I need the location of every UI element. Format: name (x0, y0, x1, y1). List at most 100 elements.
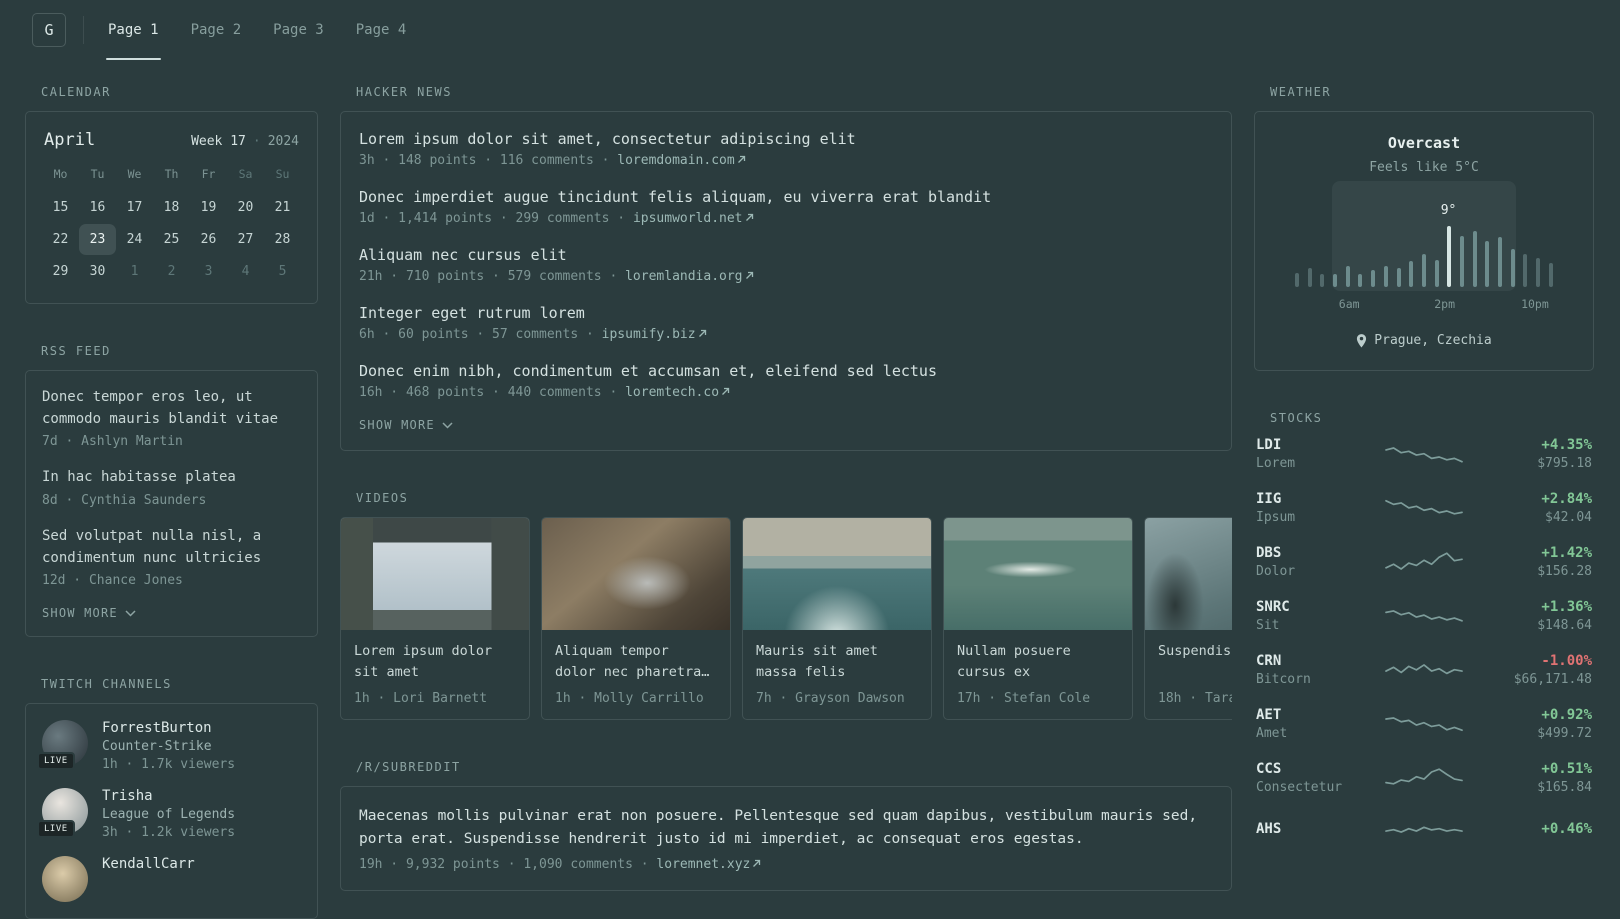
stock-symbol[interactable]: DBS (1256, 545, 1372, 561)
video-thumbnail[interactable] (542, 518, 730, 630)
stock-row[interactable]: LDI Lorem +4.35% $795.18 (1256, 437, 1592, 471)
stock-symbol[interactable]: CRN (1256, 653, 1372, 669)
subreddit-section-title: /R/SUBREDDIT (356, 760, 461, 774)
channel-name[interactable]: ForrestBurton (102, 720, 235, 736)
stock-symbol[interactable]: SNRC (1256, 599, 1372, 615)
calendar-grid: Mo Tu We Th Fr Sa Su 15 16 17 18 19 20 21 22 23 24 25 26 27… (42, 158, 301, 287)
calendar-day-selected: 23 (79, 224, 116, 255)
stock-row[interactable]: CRN Bitcorn -1.00% $66,171.48 (1256, 653, 1592, 687)
right-column: WEATHER Overcast Feels like 5°C 9° 6am 2… (1254, 85, 1594, 845)
video-thumbnail[interactable] (1145, 518, 1232, 630)
stock-symbol[interactable]: CCS (1256, 761, 1372, 777)
rss-item-title[interactable]: Sed volutpat nulla nisl, a condimentum n… (42, 526, 301, 569)
app-logo[interactable]: G (32, 13, 66, 47)
hn-story-domain-link[interactable]: ipsumify.biz (602, 327, 707, 342)
video-thumbnail[interactable] (341, 518, 529, 630)
stock-symbol[interactable]: LDI (1256, 437, 1372, 453)
stock-row[interactable]: AHS +0.46% (1256, 815, 1592, 845)
video-card[interactable]: Nullam posuere cursus ex 17h · Stefan Co… (943, 517, 1133, 720)
channel-name[interactable]: KendallCarr (102, 856, 195, 872)
tab-page-1[interactable]: Page 1 (106, 0, 161, 60)
video-thumbnail[interactable] (944, 518, 1132, 630)
hn-story-title[interactable]: Donec imperdiet augue tincidunt felis al… (359, 188, 1213, 206)
hn-story: Integer eget rutrum lorem 6h · 60 points… (359, 304, 1213, 342)
stock-name: Bitcorn (1256, 672, 1311, 687)
weather-bars: 9° (1295, 181, 1553, 291)
weather-location-label: Prague, Czechia (1374, 333, 1492, 348)
reddit-post-title[interactable]: Maecenas mollis pulvinar erat non posuer… (359, 805, 1213, 851)
twitch-channel[interactable]: LIVE Trisha League of Legends 3h · 1.2k … (37, 788, 301, 840)
stock-price: $66,171.48 (1513, 672, 1592, 687)
video-title[interactable]: Aliquam tempor dolor nec pharetra… (555, 641, 717, 683)
rss-widget: RSS FEED Donec tempor eros leo, ut commo… (25, 344, 318, 638)
stock-sparkline (1385, 610, 1463, 622)
hn-story-domain-link[interactable]: loremtech.co (625, 385, 730, 400)
stock-id: LDI Lorem (1256, 437, 1372, 471)
stock-values: +4.35% $795.18 (1476, 437, 1592, 471)
hn-story-title[interactable]: Integer eget rutrum lorem (359, 304, 1213, 322)
channel-name[interactable]: Trisha (102, 788, 235, 804)
channel-category[interactable]: League of Legends (102, 807, 235, 822)
tab-page-4[interactable]: Page 4 (354, 0, 409, 60)
hn-story-domain-link[interactable]: loremlandia.org (625, 269, 753, 284)
rss-show-more-button[interactable]: SHOW MORE (42, 606, 136, 620)
stock-symbol[interactable]: AHS (1256, 821, 1372, 837)
twitch-channel[interactable]: LIVE ForrestBurton Counter-Strike 1h · 1… (37, 720, 301, 772)
video-title[interactable]: Lorem ipsum dolor sit amet consectetu… (354, 641, 516, 683)
stock-symbol[interactable]: IIG (1256, 491, 1372, 507)
stock-row[interactable]: IIG Ipsum +2.84% $42.04 (1256, 491, 1592, 525)
stock-name: Lorem (1256, 456, 1296, 471)
calendar-day: 4 (241, 264, 250, 279)
rss-section-title: RSS FEED (41, 344, 111, 358)
stocks-section-title: STOCKS (1270, 411, 1323, 425)
hn-story-domain-link[interactable]: ipsumworld.net (633, 211, 754, 226)
video-body: Mauris sit amet massa felis 7h · Grayson… (743, 630, 931, 719)
video-title[interactable]: Suspendisse diam (1158, 641, 1232, 683)
hn-story-domain-link[interactable]: loremdomain.com (617, 153, 745, 168)
calendar-day: 28 (274, 232, 291, 247)
hn-story-title[interactable]: Lorem ipsum dolor sit amet, consectetur … (359, 130, 1213, 148)
video-card[interactable]: Suspendisse diam 18h · Tara (1144, 517, 1232, 720)
video-card[interactable]: Lorem ipsum dolor sit amet consectetu… 1… (340, 517, 530, 720)
stock-row[interactable]: AET Amet +0.92% $499.72 (1256, 707, 1592, 741)
hn-story-title[interactable]: Donec enim nibh, condimentum et accumsan… (359, 362, 1213, 380)
stock-row[interactable]: SNRC Sit +1.36% $148.64 (1256, 599, 1592, 633)
calendar-day-header: Th (164, 167, 179, 181)
twitch-channel[interactable]: KendallCarr (42, 856, 301, 903)
video-card[interactable]: Aliquam tempor dolor nec pharetra… 1h · … (541, 517, 731, 720)
stock-row[interactable]: DBS Dolor +1.42% $156.28 (1256, 545, 1592, 579)
stock-price: $499.72 (1537, 726, 1592, 741)
rss-item: Sed volutpat nulla nisl, a condimentum n… (42, 526, 301, 588)
stock-id: IIG Ipsum (1256, 491, 1372, 525)
tab-page-2[interactable]: Page 2 (189, 0, 244, 60)
weather-feels-like: Feels like 5°C (1369, 160, 1479, 175)
stock-sparkline (1385, 717, 1463, 732)
video-body: Nullam posuere cursus ex 17h · Stefan Co… (944, 630, 1132, 719)
rss-item-title[interactable]: Donec tempor eros leo, ut commodo mauris… (42, 387, 301, 430)
channel-category[interactable]: Counter-Strike (102, 739, 235, 754)
weather-hour-bar (1447, 226, 1452, 287)
tab-page-3[interactable]: Page 3 (271, 0, 326, 60)
stock-row[interactable]: CCS Consectetur +0.51% $165.84 (1256, 761, 1592, 795)
weather-condition: Overcast (1387, 134, 1461, 152)
video-title[interactable]: Mauris sit amet massa felis (756, 641, 918, 683)
weather-hour-bar (1510, 249, 1515, 287)
calendar-day-header: Su (275, 167, 290, 181)
page-tabs: Page 1 Page 2 Page 3 Page 4 (106, 0, 436, 60)
video-card[interactable]: Mauris sit amet massa felis 7h · Grayson… (742, 517, 932, 720)
calendar-section-title: CALENDAR (41, 85, 111, 99)
video-meta: 7h · Grayson Dawson (756, 691, 905, 706)
rss-item-title[interactable]: In hac habitasse platea (42, 467, 301, 489)
hn-story-meta: 16h · 468 points · 440 comments · loremt… (359, 385, 1213, 400)
weather-hour-bar (1358, 274, 1363, 287)
video-title[interactable]: Nullam posuere cursus ex (957, 641, 1119, 683)
subreddit-widget: /R/SUBREDDIT Maecenas mollis pulvinar er… (340, 760, 1232, 892)
hn-show-more-button[interactable]: SHOW MORE (359, 418, 453, 432)
reddit-post-domain-link[interactable]: loremnet.xyz (656, 857, 761, 872)
stock-price: $148.64 (1537, 618, 1592, 633)
video-thumbnail[interactable] (743, 518, 931, 630)
stock-name: Consectetur (1256, 780, 1343, 795)
stock-symbol[interactable]: AET (1256, 707, 1372, 723)
stock-id: AET Amet (1256, 707, 1372, 741)
hn-story-title[interactable]: Aliquam nec cursus elit (359, 246, 1213, 264)
